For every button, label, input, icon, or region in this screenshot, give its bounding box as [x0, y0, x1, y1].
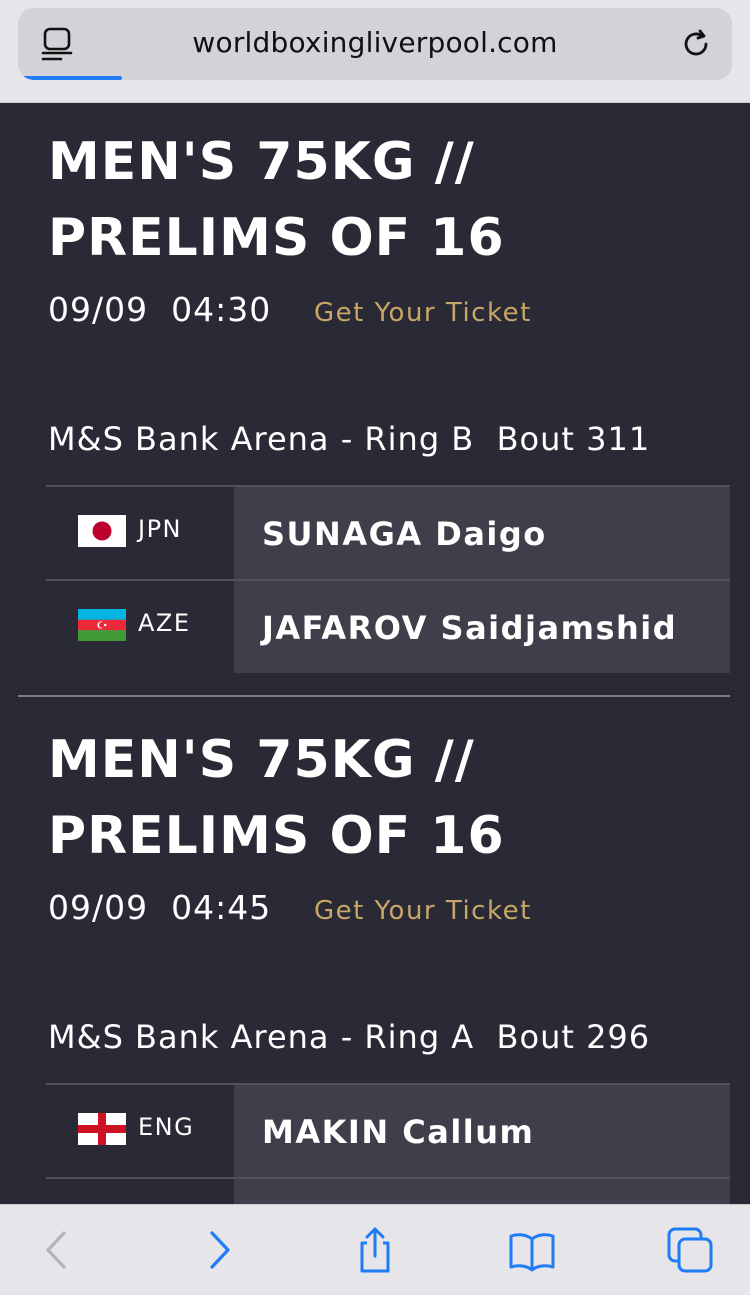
japan-flag-icon — [78, 515, 126, 547]
browser-top-bar: worldboxingliverpool.com — [0, 0, 750, 103]
bout-divider — [18, 695, 730, 697]
venue-name: M&S Bank Arena - Ring B — [48, 420, 475, 458]
venue-name: M&S Bank Arena - Ring A — [48, 1018, 475, 1056]
fighter-name-cell: JAFAROV Saidjamshid — [234, 581, 730, 673]
forward-icon[interactable] — [194, 1225, 244, 1275]
bout-date: 09/09 — [48, 290, 149, 329]
bookmarks-icon[interactable] — [507, 1225, 557, 1275]
fighter-country: JPN — [46, 487, 234, 579]
back-icon[interactable] — [32, 1225, 82, 1275]
bout-number: Bout 296 — [496, 1018, 651, 1056]
reload-icon[interactable] — [678, 26, 714, 62]
page-content: MEN'S 75KG // PRELIMS OF 16 09/09 04:30 … — [0, 102, 750, 1204]
azerbaijan-flag-icon — [78, 609, 126, 641]
bout-time: 04:30 — [171, 290, 272, 329]
fighter-row[interactable]: AZE JAFAROV Saidjamshid — [46, 579, 730, 673]
fighter-name-cell: MAKIN Callum — [234, 1085, 730, 1177]
browser-toolbar — [0, 1204, 750, 1295]
fighter-name: SUNAGA Daigo — [262, 515, 547, 553]
fighter-country: AZE — [46, 581, 234, 673]
fighter-name: MAKIN Callum — [262, 1113, 535, 1151]
bout-number: Bout 311 — [496, 420, 651, 458]
country-code: JPN — [138, 515, 183, 543]
bout-datetime: 09/09 04:45 — [48, 888, 271, 927]
fighter-country — [46, 1179, 234, 1204]
country-code: ENG — [138, 1113, 195, 1141]
fighter-name-cell — [234, 1179, 730, 1204]
fighter-name-cell: SUNAGA Daigo — [234, 487, 730, 579]
url-text[interactable]: worldboxingliverpool.com — [18, 26, 732, 59]
country-code: AZE — [138, 609, 191, 637]
get-ticket-link[interactable]: Get Your Ticket — [314, 896, 532, 926]
bout-time: 04:45 — [171, 888, 272, 927]
fighter-row[interactable] — [46, 1177, 730, 1204]
fighter-country: ENG — [46, 1085, 234, 1177]
england-flag-icon — [78, 1113, 126, 1145]
bout-title: MEN'S 75KG // PRELIMS OF 16 — [48, 132, 505, 268]
fighter-row[interactable]: JPN SUNAGA Daigo — [46, 485, 730, 579]
fighter-row[interactable]: ENG MAKIN Callum — [46, 1083, 730, 1177]
bout-date: 09/09 — [48, 888, 149, 927]
get-ticket-link[interactable]: Get Your Ticket — [314, 298, 532, 328]
page-load-progress — [22, 76, 122, 80]
bout-title: MEN'S 75KG // PRELIMS OF 16 — [48, 730, 505, 866]
fighter-name: JAFAROV Saidjamshid — [262, 609, 678, 647]
bout-venue: M&S Bank Arena - Ring B Bout 311 — [48, 420, 650, 458]
bout-venue: M&S Bank Arena - Ring A Bout 296 — [48, 1018, 650, 1056]
share-icon[interactable] — [350, 1225, 400, 1275]
bout-datetime: 09/09 04:30 — [48, 290, 271, 329]
tabs-icon[interactable] — [665, 1225, 715, 1275]
address-bar[interactable]: worldboxingliverpool.com — [18, 8, 732, 80]
